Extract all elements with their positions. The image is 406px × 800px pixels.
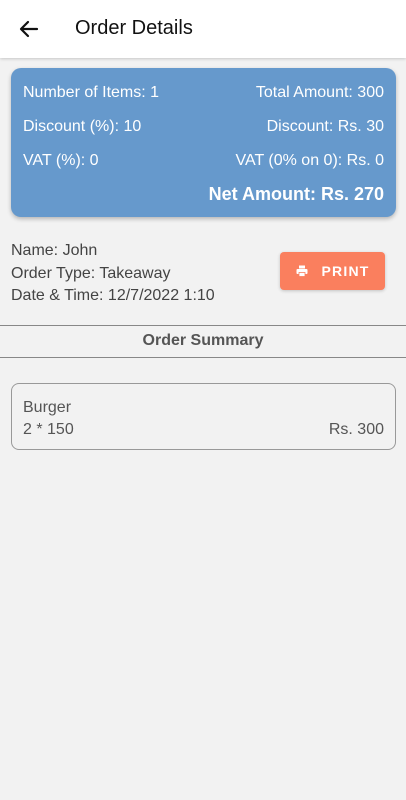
items-count: Number of Items: 1	[23, 84, 160, 101]
list-item[interactable]: Burger 2 * 150 Rs. 300	[11, 383, 396, 450]
item-quantity-price: 2 * 150	[23, 421, 74, 438]
divider	[0, 325, 406, 326]
vat-amount: VAT (0% on 0): Rs. 0	[235, 152, 385, 169]
order-summary-card: Number of Items: 1 Total Amount: 300 Dis…	[11, 68, 396, 217]
page-title: Order Details	[75, 17, 193, 39]
back-button[interactable]	[16, 16, 42, 42]
customer-info: Name: John Order Type: Takeaway Date & T…	[11, 240, 215, 308]
order-datetime: Date & Time: 12/7/2022 1:10	[11, 287, 215, 304]
total-amount: Total Amount: 300	[255, 84, 384, 101]
item-name: Burger	[23, 399, 72, 416]
discount-percent: Discount (%): 10	[23, 118, 142, 135]
arrow-left-icon	[19, 20, 39, 38]
vat-percent: VAT (%): 0	[23, 152, 99, 169]
net-amount: Net Amount: Rs. 270	[208, 184, 384, 204]
printer-icon	[296, 265, 307, 277]
print-button[interactable]: PRINT	[280, 252, 385, 290]
order-type: Order Type: Takeaway	[11, 264, 171, 282]
divider	[0, 357, 406, 358]
print-label: PRINT	[321, 263, 370, 279]
customer-name: Name: John	[11, 242, 98, 259]
order-summary-heading: Order Summary	[142, 332, 264, 349]
discount-amount: Discount: Rs. 30	[266, 118, 384, 135]
app-bar: Order Details	[0, 0, 406, 58]
item-total: Rs. 300	[328, 421, 384, 438]
